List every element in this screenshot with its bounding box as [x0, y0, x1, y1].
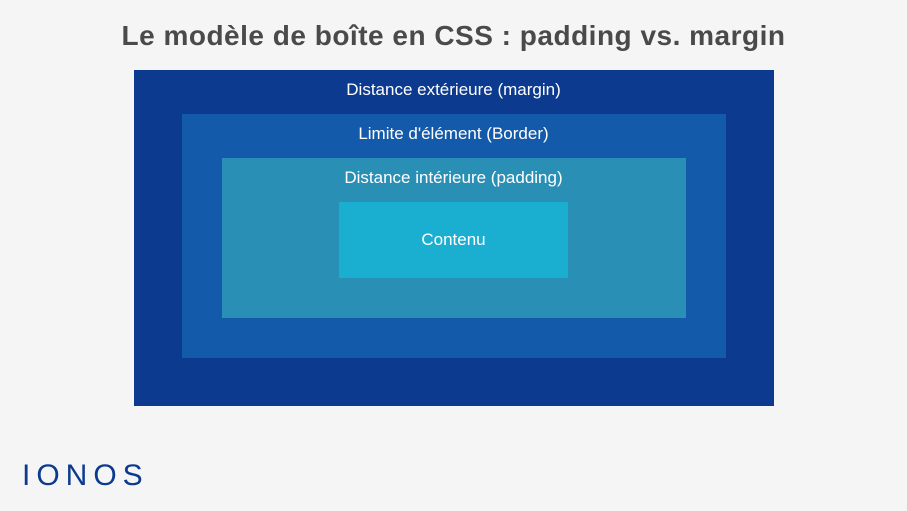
- border-box: Limite d'élément (Border) Distance intér…: [182, 114, 726, 358]
- padding-label: Distance intérieure (padding): [270, 158, 638, 202]
- box-model-diagram: Distance extérieure (margin) Limite d'él…: [0, 70, 907, 406]
- page-title: Le modèle de boîte en CSS : padding vs. …: [0, 0, 907, 70]
- content-box: Contenu: [339, 202, 567, 278]
- ionos-logo: IONOS: [22, 459, 149, 493]
- margin-label: Distance extérieure (margin): [182, 70, 726, 114]
- margin-box: Distance extérieure (margin) Limite d'él…: [134, 70, 774, 406]
- border-label: Limite d'élément (Border): [222, 114, 686, 158]
- content-label: Contenu: [339, 230, 567, 250]
- padding-box: Distance intérieure (padding) Contenu: [222, 158, 686, 318]
